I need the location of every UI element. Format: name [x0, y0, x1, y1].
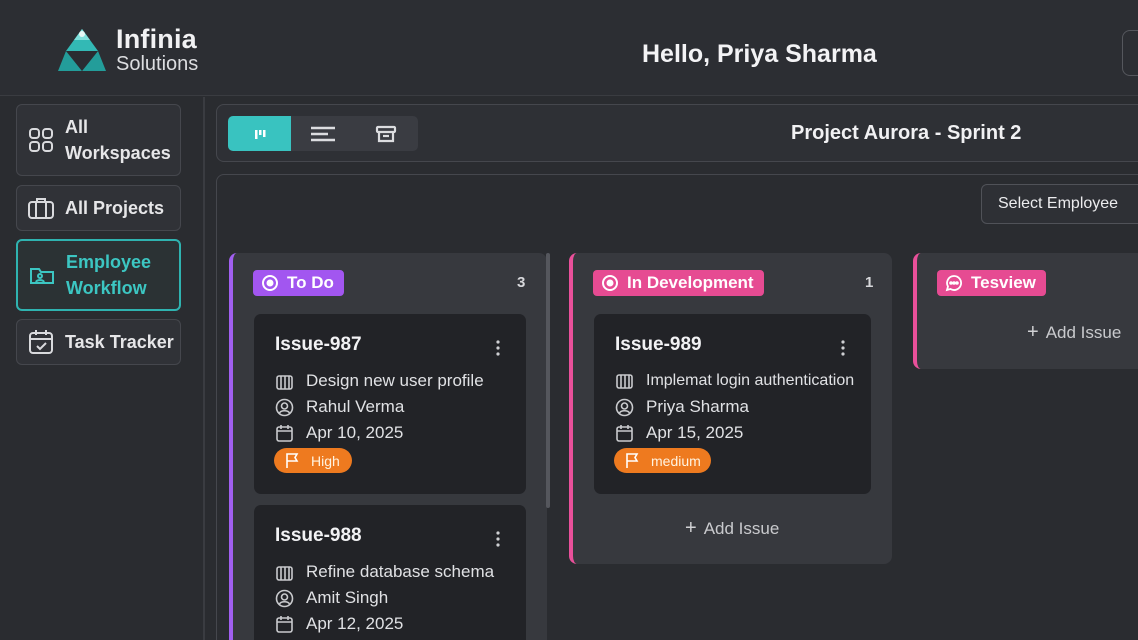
- select-employee-dropdown[interactable]: Select Employee: [981, 184, 1138, 224]
- issue-title-row: Design new user profile: [275, 371, 484, 391]
- priority-label: High: [311, 452, 340, 469]
- kanban-board: Select Employee To Do 3 Issue-987 Design…: [216, 174, 1138, 640]
- user-circle-icon: [275, 589, 294, 607]
- building-icon: [276, 374, 293, 390]
- project-title: Project Aurora - Sprint 2: [791, 122, 1022, 144]
- column-to-do: To Do 3 Issue-987 Design new user profil…: [229, 253, 547, 640]
- user-circle-icon: [615, 398, 634, 416]
- brand-logo[interactable]: Infinia Solutions: [58, 26, 198, 74]
- plus-icon: +: [1027, 321, 1039, 343]
- issue-assignee: Amit Singh: [306, 588, 389, 607]
- briefcase-icon: [28, 198, 54, 219]
- chat-bubble-icon: [945, 275, 962, 292]
- folder-user-icon: [30, 268, 54, 284]
- column-review: Tesview + Add Issue: [913, 253, 1138, 369]
- issue-assignee: Rahul Verma: [306, 397, 405, 416]
- archive-view-button[interactable]: [354, 116, 417, 151]
- issue-date: Apr 15, 2025: [646, 423, 744, 442]
- calendar-icon: [276, 424, 293, 442]
- issue-title-row: Implemat login authentication: [615, 371, 854, 390]
- grid-icon: [29, 128, 53, 152]
- issue-date: Apr 12, 2025: [306, 614, 404, 633]
- issue-date: Apr 10, 2025: [306, 423, 404, 442]
- brand-subtitle: Solutions: [116, 53, 199, 75]
- column-count: 3: [517, 274, 526, 291]
- issue-card[interactable]: Issue-988 Refine database schema Amit Si…: [254, 505, 526, 640]
- column-scrollbar[interactable]: [546, 253, 550, 508]
- logo-icon: [58, 29, 106, 71]
- issue-title: Implemat login authentication: [646, 371, 855, 389]
- issue-assignee: Priya Sharma: [646, 397, 749, 416]
- building-icon: [616, 374, 633, 389]
- sidebar-item-label: Task Tracker: [65, 331, 174, 352]
- column-status-tag: In Development: [593, 270, 764, 296]
- board-toolbar: Project Aurora - Sprint 2: [216, 104, 1138, 162]
- add-issue-button[interactable]: + Add Issue: [1027, 321, 1121, 344]
- plus-icon: +: [685, 517, 697, 539]
- issue-id: Issue-988: [275, 525, 362, 546]
- list-view-button[interactable]: [291, 116, 354, 151]
- column-count: 1: [865, 274, 874, 291]
- sidebar-item-task-tracker[interactable]: Task Tracker: [16, 319, 181, 365]
- sidebar-item-employee-workflow[interactable]: Employee Workflow: [16, 239, 181, 311]
- flag-icon: [286, 453, 299, 468]
- column-title: Tesview: [971, 273, 1036, 292]
- issue-card[interactable]: Issue-989 Implemat login authentication …: [594, 314, 871, 494]
- issue-date-row: Apr 12, 2025: [275, 614, 403, 634]
- user-circle-icon: [275, 398, 294, 416]
- building-icon: [276, 565, 293, 581]
- sidebar: All Workspaces All Projects Employee Wor…: [0, 97, 205, 640]
- sidebar-item-label: All Workspaces: [65, 116, 171, 163]
- issue-card[interactable]: Issue-987 Design new user profile Rahul …: [254, 314, 526, 494]
- view-switcher: [228, 116, 418, 151]
- issue-title: Refine database schema: [306, 562, 495, 581]
- sidebar-item-all-workspaces[interactable]: All Workspaces: [16, 104, 181, 176]
- issue-assignee-row: Amit Singh: [275, 588, 388, 608]
- add-issue-label: Add Issue: [703, 518, 780, 538]
- priority-badge: medium: [614, 448, 711, 473]
- more-vertical-icon[interactable]: [496, 340, 500, 356]
- greeting-text: Hello, Priya Sharma: [642, 40, 877, 68]
- circle-dot-icon: [262, 275, 278, 291]
- flag-icon: [626, 453, 639, 468]
- archive-icon: [375, 125, 396, 142]
- issue-title-row: Refine database schema: [275, 562, 494, 582]
- issue-assignee-row: Priya Sharma: [615, 397, 749, 417]
- column-status-tag: Tesview: [937, 270, 1046, 296]
- issue-id: Issue-989: [615, 334, 702, 355]
- sidebar-item-label: Employee Workflow: [66, 251, 152, 298]
- calendar-icon: [616, 424, 633, 442]
- issue-assignee-row: Rahul Verma: [275, 397, 404, 417]
- add-issue-label: Add Issue: [1045, 322, 1122, 342]
- column-in-development: In Development 1 Issue-989 Implemat logi…: [569, 253, 892, 564]
- header-action-button[interactable]: [1122, 30, 1138, 76]
- board-view-button[interactable]: [228, 116, 291, 151]
- brand-name: Infinia: [116, 24, 197, 54]
- circle-dot-icon: [602, 275, 618, 291]
- list-view-icon: [310, 126, 335, 141]
- issue-date-row: Apr 10, 2025: [275, 423, 403, 443]
- column-title: To Do: [287, 273, 334, 292]
- board-view-icon: [254, 129, 265, 139]
- app-header: Infinia Solutions Hello, Priya Sharma: [0, 0, 1138, 96]
- priority-badge: High: [274, 448, 352, 473]
- issue-date-row: Apr 15, 2025: [615, 423, 743, 443]
- more-vertical-icon[interactable]: [496, 531, 500, 547]
- issue-id: Issue-987: [275, 334, 362, 355]
- calendar-check-icon: [29, 330, 53, 354]
- more-vertical-icon[interactable]: [841, 340, 845, 356]
- sidebar-item-label: All Projects: [65, 197, 165, 218]
- column-title: In Development: [627, 273, 754, 292]
- sidebar-item-all-projects[interactable]: All Projects: [16, 185, 181, 231]
- issue-title: Design new user profile: [306, 371, 484, 390]
- calendar-icon: [276, 615, 293, 633]
- add-issue-button[interactable]: + Add Issue: [685, 517, 779, 540]
- priority-label: medium: [651, 452, 701, 469]
- column-status-tag: To Do: [253, 270, 344, 296]
